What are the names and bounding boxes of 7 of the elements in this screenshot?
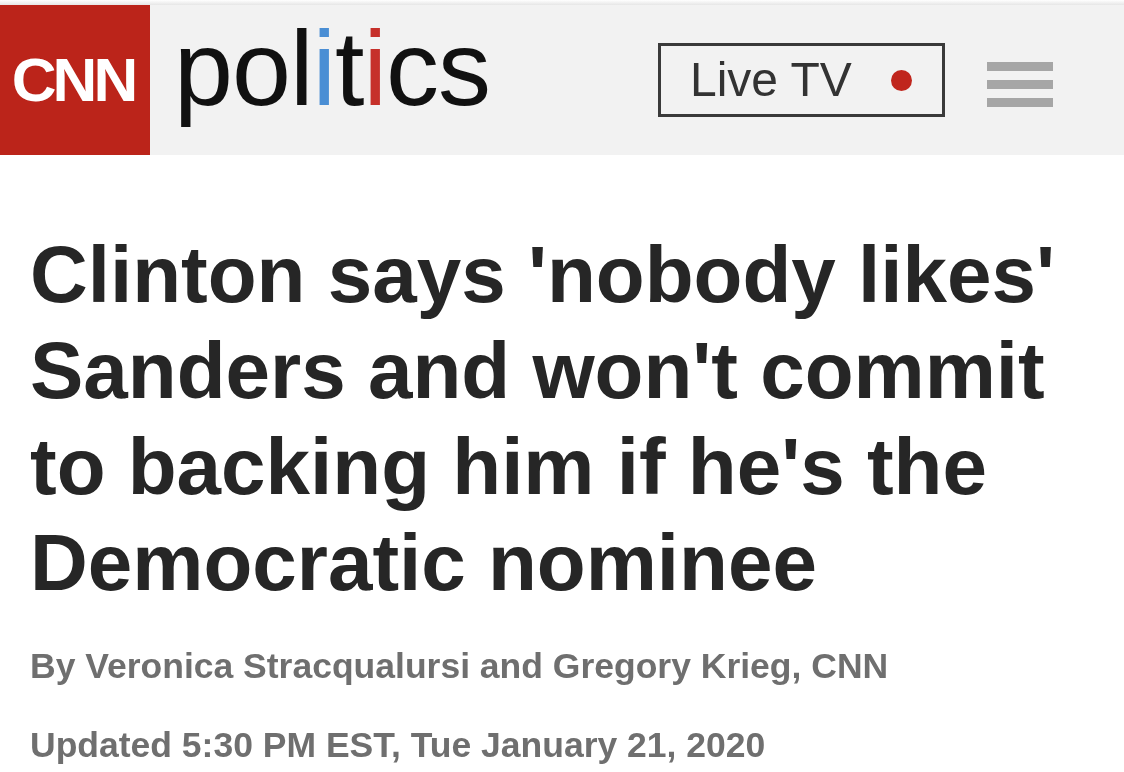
menu-icon[interactable] [987, 62, 1053, 107]
logo[interactable]: CNN [0, 5, 150, 155]
headline: Clinton says 'nobody likes' Sanders and won't commit to backing him if he's the Democratic nominee [30, 229, 1056, 609]
timestamp: Updated 5:30 PM EST, Tue January 21, 2020 [30, 725, 767, 765]
byline: By Veronica Stracqualursi and Gregory Krieg, CNN [30, 646, 890, 686]
live-tv-button[interactable]: Live TV [658, 43, 945, 117]
section-wordmark: politics [174, 8, 491, 129]
